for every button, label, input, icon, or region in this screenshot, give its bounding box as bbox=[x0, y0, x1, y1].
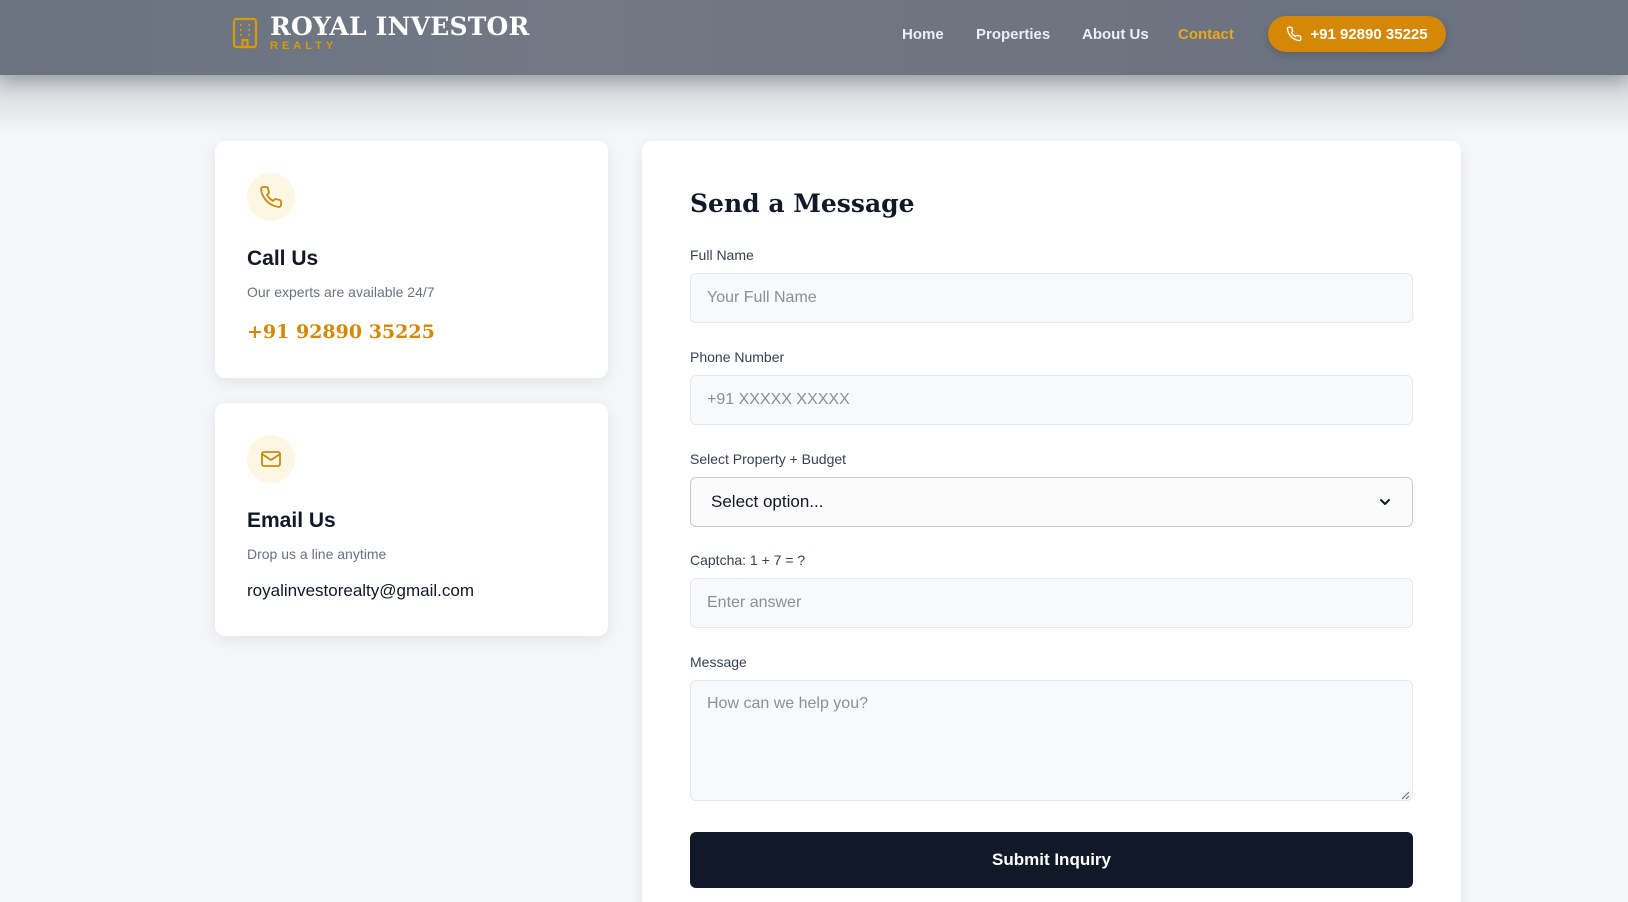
email-icon-badge bbox=[247, 435, 295, 483]
email-card-title: Email Us bbox=[247, 509, 336, 532]
header-call-label: +91 92890 35225 bbox=[1310, 25, 1428, 43]
call-card-phone-link[interactable]: +91 92890 35225 bbox=[247, 321, 435, 343]
full-name-input[interactable] bbox=[690, 273, 1413, 323]
email-card-description: Drop us a line anytime bbox=[247, 546, 387, 562]
submit-inquiry-button[interactable]: Submit Inquiry bbox=[690, 832, 1413, 888]
property-budget-label: Select Property + Budget bbox=[690, 451, 847, 467]
phone-label: Phone Number bbox=[690, 349, 785, 365]
call-card: Call Us Our experts are available 24/7 +… bbox=[215, 141, 608, 378]
header-call-button[interactable]: +91 92890 35225 bbox=[1268, 16, 1446, 52]
email-card: Email Us Drop us a line anytime royalinv… bbox=[215, 403, 608, 636]
nav-home[interactable]: Home bbox=[902, 26, 944, 43]
logo-subtitle: REALTY bbox=[270, 40, 338, 52]
mail-icon bbox=[261, 451, 281, 467]
message-textarea[interactable] bbox=[690, 680, 1413, 801]
building-icon bbox=[232, 17, 258, 49]
header-shadow bbox=[0, 75, 1628, 135]
form-title: Send a Message bbox=[690, 189, 915, 218]
nav-properties[interactable]: Properties bbox=[976, 26, 1050, 43]
captcha-input[interactable] bbox=[690, 578, 1413, 628]
logo[interactable]: ROYAL INVESTOR REALTY bbox=[232, 14, 530, 52]
chevron-down-icon bbox=[1380, 499, 1390, 505]
full-name-label: Full Name bbox=[690, 247, 754, 263]
phone-icon bbox=[1287, 26, 1302, 42]
call-icon-badge bbox=[247, 173, 295, 221]
nav-contact[interactable]: Contact bbox=[1178, 26, 1234, 43]
nav-about-us[interactable]: About Us bbox=[1082, 26, 1149, 43]
call-card-title: Call Us bbox=[247, 247, 319, 270]
email-card-address-link[interactable]: royalinvestorealty@gmail.com bbox=[247, 581, 474, 601]
message-label: Message bbox=[690, 654, 747, 670]
phone-input[interactable] bbox=[690, 375, 1413, 425]
site-header: ROYAL INVESTOR REALTY Home Properties Ab… bbox=[0, 0, 1628, 75]
resize-grip-icon[interactable] bbox=[1400, 790, 1410, 800]
contact-form-card: Send a Message Full Name Phone Number Se… bbox=[642, 141, 1461, 902]
captcha-label: Captcha: 1 + 7 = ? bbox=[690, 552, 806, 568]
phone-icon bbox=[260, 186, 282, 208]
logo-title: ROYAL INVESTOR bbox=[270, 12, 530, 41]
property-budget-selected: Select option... bbox=[711, 492, 824, 511]
property-budget-select[interactable]: Select option... bbox=[690, 477, 1413, 527]
call-card-description: Our experts are available 24/7 bbox=[247, 284, 435, 300]
